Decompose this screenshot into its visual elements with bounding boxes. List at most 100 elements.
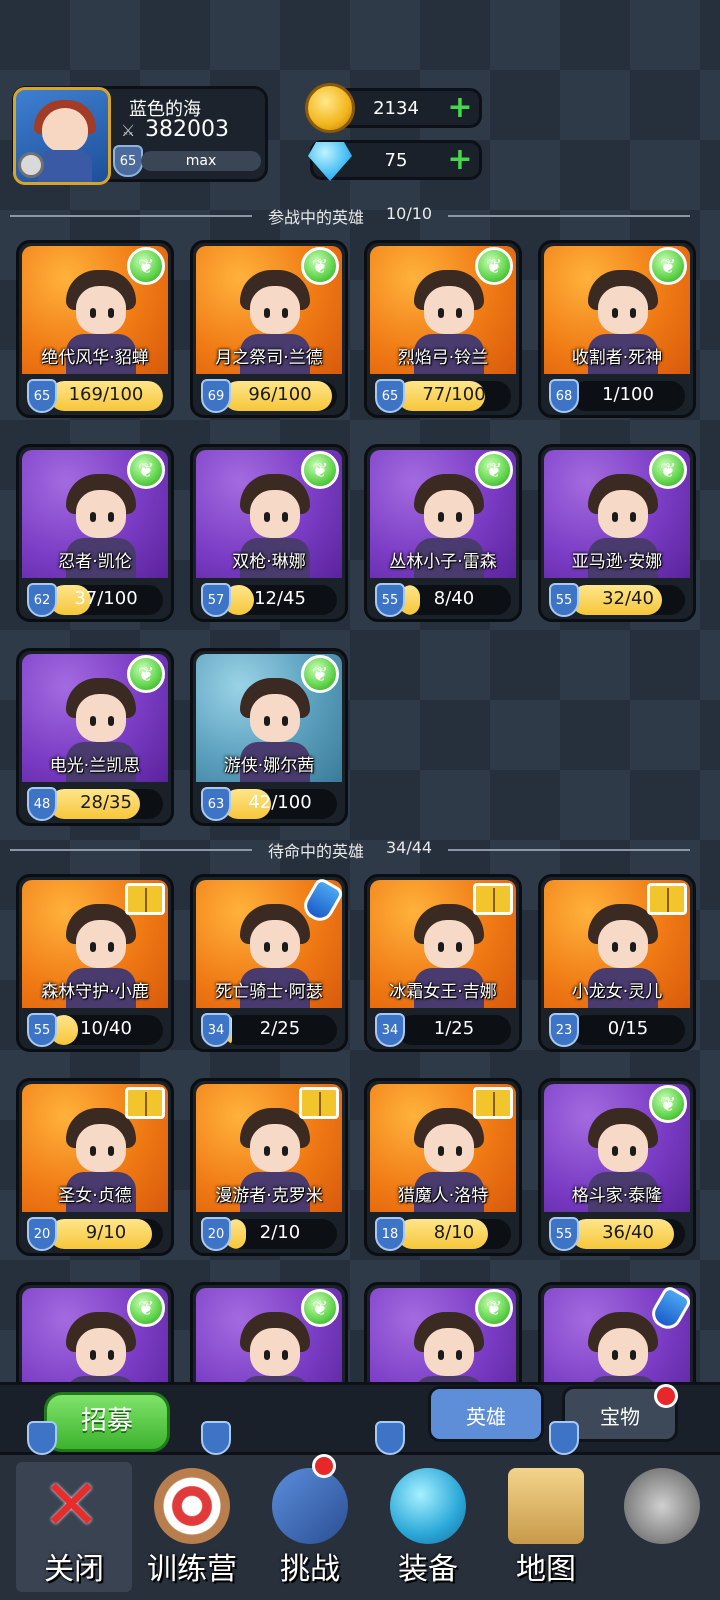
hero-level-badge: 55	[27, 1013, 57, 1047]
hero-level-badge: 69	[201, 379, 231, 413]
hero-progress-text: 0/15	[607, 1018, 649, 1039]
nav-locked[interactable]	[604, 1462, 720, 1592]
hero-name: 绝代风华·貂蝉	[41, 348, 149, 368]
hero-name: 漫游者·克罗米	[215, 1186, 323, 1206]
recruit-button[interactable]: 招募	[44, 1392, 170, 1452]
divider	[10, 849, 252, 851]
hero-name: 小龙女·灵儿	[571, 982, 663, 1002]
active-heroes-header: 参战中的英雄 10/10	[10, 204, 690, 228]
hero-level-badge	[27, 1421, 57, 1455]
hero-card[interactable]: ❦ 亚马逊·安娜 55 32/40	[538, 444, 696, 622]
hero-level-badge: 20	[27, 1217, 57, 1251]
settings-gear-icon[interactable]	[18, 152, 44, 178]
hero-shard-progress-bar: 12/45	[223, 585, 337, 615]
hero-card[interactable]: 漫游者·克罗米 20 2/10	[190, 1078, 348, 1256]
leaf-wing-icon: ❦	[301, 451, 339, 489]
hero-level-badge: 48	[27, 787, 57, 821]
hero-shard-progress-bar: 1/25	[397, 1015, 511, 1045]
nav-equipment[interactable]: 装备	[370, 1462, 486, 1592]
hero-card[interactable]: ❦ 游侠·娜尔茜 63 42/100	[190, 648, 348, 826]
hero-name: 猎魔人·洛特	[397, 1186, 489, 1206]
hero-card[interactable]: 冰霜女王·吉娜 34 1/25	[364, 874, 522, 1052]
hero-level-badge: 34	[375, 1013, 405, 1047]
hero-level-badge: 34	[201, 1013, 231, 1047]
hero-card[interactable]: ❦ 双枪·琳娜 57 12/45	[190, 444, 348, 622]
gem-icon	[308, 142, 352, 181]
nav-map[interactable]: 地图	[488, 1462, 604, 1592]
hero-level-badge	[375, 1421, 405, 1455]
hero-card[interactable]: 小龙女·灵儿 23 0/15	[538, 874, 696, 1052]
hero-level-badge: 18	[375, 1217, 405, 1251]
hero-progress-text: 9/10	[85, 1222, 127, 1243]
leaf-wing-icon: ❦	[475, 1289, 513, 1327]
active-heroes-label: 参战中的英雄	[267, 208, 364, 227]
hero-shard-progress-bar: 8/40	[397, 585, 511, 615]
hero-progress-text: 12/45	[254, 588, 306, 609]
hero-name: 烈焰弓·铃兰	[397, 348, 489, 368]
hero-level-badge: 55	[375, 583, 405, 617]
hero-shard-progress-bar: 169/100	[49, 381, 163, 411]
hero-level-badge: 55	[549, 1217, 579, 1251]
hero-shard-progress-bar: 36/40	[571, 1219, 685, 1249]
skill-book-icon	[473, 883, 513, 915]
nav-challenge-label: 挑战	[280, 1552, 340, 1587]
hero-card[interactable]: 圣女·贞德 20 9/10	[16, 1078, 174, 1256]
hero-progress-text: 96/100	[248, 384, 312, 405]
hero-card[interactable]: 死亡骑士·阿瑟 34 2/25	[190, 874, 348, 1052]
challenge-notification-dot	[312, 1454, 336, 1478]
armor-icon	[390, 1468, 466, 1544]
hero-card[interactable]: ❦ 丛林小子·雷森 55 8/40	[364, 444, 522, 622]
active-hero-grid: ❦ 绝代风华·貂蝉 65 169/100 ❦ 月之祭司·兰德 69 96/100 ❦ 烈焰弓·铃兰…	[16, 240, 696, 826]
hero-progress-text: 32/40	[602, 588, 654, 609]
skill-book-icon	[299, 1087, 339, 1119]
hero-progress-text: 10/40	[80, 1018, 132, 1039]
hero-shard-progress-bar: 10/40	[49, 1015, 163, 1045]
hero-card[interactable]: ❦ 电光·兰凯思 48 28/35	[16, 648, 174, 826]
hero-card[interactable]: 森林守护·小鹿 55 10/40	[16, 874, 174, 1052]
hero-name: 冰霜女王·吉娜	[389, 982, 497, 1002]
hero-name: 丛林小子·雷森	[389, 552, 497, 572]
hero-level-badge: 68	[549, 379, 579, 413]
nav-challenge[interactable]: 挑战	[252, 1462, 368, 1592]
hero-name: 收割者·死神	[571, 348, 663, 368]
player-avatar[interactable]	[13, 87, 111, 185]
hero-card[interactable]: ❦ 格斗家·泰隆 55 36/40	[538, 1078, 696, 1256]
standby-heroes-count: 34/44	[385, 838, 433, 857]
sword-icon	[272, 1468, 348, 1544]
hero-card[interactable]: 猎魔人·洛特 18 8/10	[364, 1078, 522, 1256]
leaf-wing-icon: ❦	[127, 451, 165, 489]
leaf-wing-icon: ❦	[127, 655, 165, 693]
hero-card[interactable]: ❦ 月之祭司·兰德 69 96/100	[190, 240, 348, 418]
hero-name: 双枪·琳娜	[232, 552, 306, 572]
add-gold-button[interactable]: +	[445, 93, 475, 123]
add-gem-button[interactable]: +	[445, 145, 475, 175]
standby-heroes-header: 待命中的英雄 34/44	[10, 838, 690, 862]
hero-card[interactable]: ❦ 烈焰弓·铃兰 65 77/100	[364, 240, 522, 418]
divider	[448, 849, 690, 851]
hero-level-badge: 20	[201, 1217, 231, 1251]
hero-shard-progress-bar: 0/15	[571, 1015, 685, 1045]
player-profile[interactable]: 蓝色的海 ⚔ 382003 65 max	[12, 86, 268, 185]
hero-progress-text: 169/100	[68, 384, 144, 405]
leaf-wing-icon: ❦	[649, 1085, 687, 1123]
hero-shard-progress-bar: 77/100	[397, 381, 511, 411]
hero-card[interactable]: ❦ 忍者·凯伦 62 37/100	[16, 444, 174, 622]
hero-card[interactable]: ❦ 收割者·死神 68 1/100	[538, 240, 696, 418]
hero-level-badge: 65	[375, 379, 405, 413]
hero-card[interactable]: ❦ 绝代风华·貂蝉 65 169/100	[16, 240, 174, 418]
standby-hero-grid: 森林守护·小鹿 55 10/40 死亡骑士·阿瑟 34 2/25 冰霜女王·吉娜 34 1/25…	[16, 874, 696, 1460]
hero-shard-progress-bar: 9/10	[49, 1219, 163, 1249]
nav-training-camp[interactable]: 训练营	[134, 1462, 250, 1592]
hero-progress-text: 42/100	[248, 792, 312, 813]
nav-close[interactable]: ✕ 关闭	[16, 1462, 132, 1592]
hero-name: 亚马逊·安娜	[571, 552, 663, 572]
hero-progress-text: 8/40	[433, 588, 475, 609]
hero-progress-text: 8/10	[433, 1222, 475, 1243]
leaf-wing-icon: ❦	[649, 451, 687, 489]
hero-shard-progress-bar: 2/10	[223, 1219, 337, 1249]
hero-level-badge	[549, 1421, 579, 1455]
nav-close-label: 关闭	[44, 1552, 104, 1587]
tab-heroes[interactable]: 英雄	[428, 1386, 544, 1442]
player-level-badge: 65	[113, 145, 143, 177]
gold-coin-icon	[305, 83, 355, 133]
